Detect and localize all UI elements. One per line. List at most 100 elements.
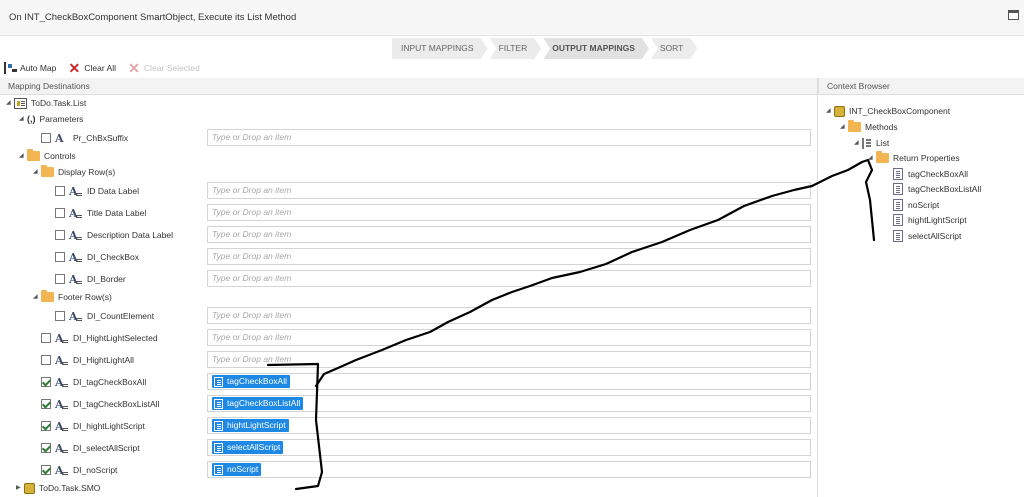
drop-field[interactable]: Type or Drop an item: [207, 182, 811, 199]
mapping-checkbox[interactable]: [55, 274, 65, 284]
step-filter[interactable]: FILTER: [490, 38, 542, 59]
context-node-methods[interactable]: ◢ Methods: [840, 119, 898, 135]
tree-label: Title Data Label: [87, 208, 147, 218]
context-property[interactable]: noScript: [893, 197, 939, 213]
mapping-checkbox-checked[interactable]: [41, 399, 51, 409]
parameter-icon: (,): [27, 114, 36, 124]
mapping-checkbox-checked[interactable]: [41, 443, 51, 453]
tree-node-controls[interactable]: ◢ Controls: [19, 148, 76, 164]
clear-selected-button[interactable]: ✕ Clear Selected: [128, 60, 200, 76]
drop-field-mapped[interactable]: noScript: [207, 461, 811, 478]
expand-arrow-icon[interactable]: ◢: [33, 164, 41, 180]
tree-node-display-item[interactable]: A DI_Border: [55, 271, 126, 287]
drop-field[interactable]: Type or Drop an item: [207, 270, 811, 287]
mapping-checkbox-checked[interactable]: [41, 465, 51, 475]
drop-field-pr-chbx-suffix[interactable]: Type or Drop an item: [207, 129, 811, 146]
drop-field-mapped[interactable]: tagCheckBoxAll: [207, 373, 811, 390]
collapse-arrow-icon[interactable]: ▶: [16, 480, 24, 496]
mapping-checkbox[interactable]: [55, 186, 65, 196]
clear-all-button[interactable]: ✕ Clear All: [68, 60, 117, 76]
tree-label: DI_CountElement: [87, 311, 155, 321]
expand-arrow-icon[interactable]: ◢: [33, 289, 41, 305]
folder-icon: [41, 290, 54, 302]
tree-node-pr-chbx-suffix[interactable]: A Pr_ChBxSuffix: [41, 130, 128, 146]
tree-node-control-item[interactable]: A DI_noScript: [41, 462, 117, 478]
drop-field[interactable]: Type or Drop an item: [207, 307, 811, 324]
property-icon: [214, 442, 223, 453]
context-node-list-method[interactable]: ◢ List: [854, 135, 889, 151]
mapped-property-chip[interactable]: selectAllScript: [212, 441, 284, 454]
drop-field[interactable]: Type or Drop an item: [207, 248, 811, 265]
chip-label: tagCheckBoxAll: [227, 376, 288, 386]
tree-node-display-rows[interactable]: ◢ Display Row(s): [33, 164, 115, 180]
tree-node-control-item[interactable]: A DI_hightLightScript: [41, 418, 145, 434]
tree-node-todo-task-list[interactable]: ◢ ToDo.Task.List: [6, 95, 86, 111]
drop-field-mapped[interactable]: tagCheckBoxListAll: [207, 395, 811, 412]
mapped-property-chip[interactable]: noScript: [212, 463, 262, 476]
mapped-property-chip[interactable]: tagCheckBoxAll: [212, 375, 291, 388]
expand-arrow-icon[interactable]: ◢: [826, 103, 834, 119]
tree-node-footer-item[interactable]: A DI_CountElement: [55, 308, 154, 324]
context-property[interactable]: tagCheckBoxAll: [893, 166, 968, 182]
expand-arrow-icon[interactable]: ◢: [6, 95, 14, 111]
drop-field[interactable]: Type or Drop an item: [207, 351, 811, 368]
context-property[interactable]: tagCheckBoxListAll: [893, 181, 981, 197]
tree-node-todo-task-smo[interactable]: ▶ ToDo.Task.SMO: [16, 480, 100, 496]
drop-field-mapped[interactable]: hightLightScript: [207, 417, 811, 434]
label-control-icon: A: [69, 273, 85, 286]
folder-icon: [876, 151, 889, 163]
tree-node-display-item[interactable]: A Title Data Label: [55, 205, 146, 221]
expand-arrow-icon[interactable]: ◢: [854, 135, 862, 151]
tree-node-control-item[interactable]: A DI_tagCheckBoxAll: [41, 374, 146, 390]
tree-node-control-item[interactable]: A DI_HightLightSelected: [41, 330, 158, 346]
mapping-checkbox-checked[interactable]: [41, 377, 51, 387]
expand-arrow-icon[interactable]: ◢: [868, 150, 876, 166]
mapping-checkbox[interactable]: [55, 252, 65, 262]
mapping-checkbox[interactable]: [55, 208, 65, 218]
mapping-checkbox[interactable]: [55, 311, 65, 321]
step-input-mappings[interactable]: INPUT MAPPINGS: [392, 38, 488, 59]
context-node-return-properties[interactable]: ◢ Return Properties: [868, 150, 960, 166]
expand-arrow-icon[interactable]: ◢: [19, 111, 27, 127]
label-control-icon: A: [55, 420, 71, 433]
clear-all-icon: ✕: [68, 60, 81, 76]
tree-label: DI_HightLightSelected: [73, 333, 158, 343]
clear-all-label: Clear All: [84, 63, 117, 73]
mapping-destinations-header: Mapping Destinations: [0, 78, 817, 95]
mapping-checkbox[interactable]: [41, 355, 51, 365]
mapping-checkbox[interactable]: [55, 230, 65, 240]
auto-map-button[interactable]: Auto Map: [4, 62, 56, 74]
drop-field[interactable]: Type or Drop an item: [207, 204, 811, 221]
maximize-icon[interactable]: [1008, 10, 1019, 20]
tree-node-display-item[interactable]: A ID Data Label: [55, 183, 139, 199]
mapped-property-chip[interactable]: tagCheckBoxListAll: [212, 397, 304, 410]
step-output-mappings[interactable]: OUTPUT MAPPINGS: [543, 38, 649, 59]
drop-field-mapped[interactable]: selectAllScript: [207, 439, 811, 456]
tree-node-control-item[interactable]: A DI_HightLightAll: [41, 352, 134, 368]
expand-arrow-icon[interactable]: ◢: [840, 119, 848, 135]
drop-field[interactable]: Type or Drop an item: [207, 226, 811, 243]
tree-node-display-item[interactable]: A DI_CheckBox: [55, 249, 139, 265]
mapping-checkbox[interactable]: [41, 133, 51, 143]
panel-divider[interactable]: [817, 78, 818, 497]
tree-label: DI_tagCheckBoxAll: [73, 377, 147, 387]
expand-arrow-icon[interactable]: ◢: [19, 148, 27, 164]
mapping-checkbox[interactable]: [41, 333, 51, 343]
context-label: tagCheckBoxAll: [908, 169, 969, 179]
mapped-property-chip[interactable]: hightLightScript: [212, 419, 289, 432]
drop-field[interactable]: Type or Drop an item: [207, 329, 811, 346]
tree-node-parameters[interactable]: ◢ (,) Parameters: [19, 111, 83, 127]
label-control-icon: A: [69, 185, 85, 198]
context-property[interactable]: selectAllScript: [893, 228, 961, 244]
context-node-smartobject[interactable]: ◢ INT_CheckBoxComponent: [826, 103, 950, 119]
mapping-checkbox-checked[interactable]: [41, 421, 51, 431]
tree-node-control-item[interactable]: A DI_selectAllScript: [41, 440, 140, 456]
context-property[interactable]: hightLightScript: [893, 212, 967, 228]
auto-map-icon: [4, 62, 17, 74]
clear-selected-icon: ✕: [128, 60, 140, 76]
tree-node-display-item[interactable]: A Description Data Label: [55, 227, 173, 243]
tree-node-control-item[interactable]: A DI_tagCheckBoxListAll: [41, 396, 159, 412]
step-sort[interactable]: SORT: [651, 38, 697, 59]
smartobject-icon: [834, 105, 845, 117]
tree-node-footer-rows[interactable]: ◢ Footer Row(s): [33, 289, 112, 305]
